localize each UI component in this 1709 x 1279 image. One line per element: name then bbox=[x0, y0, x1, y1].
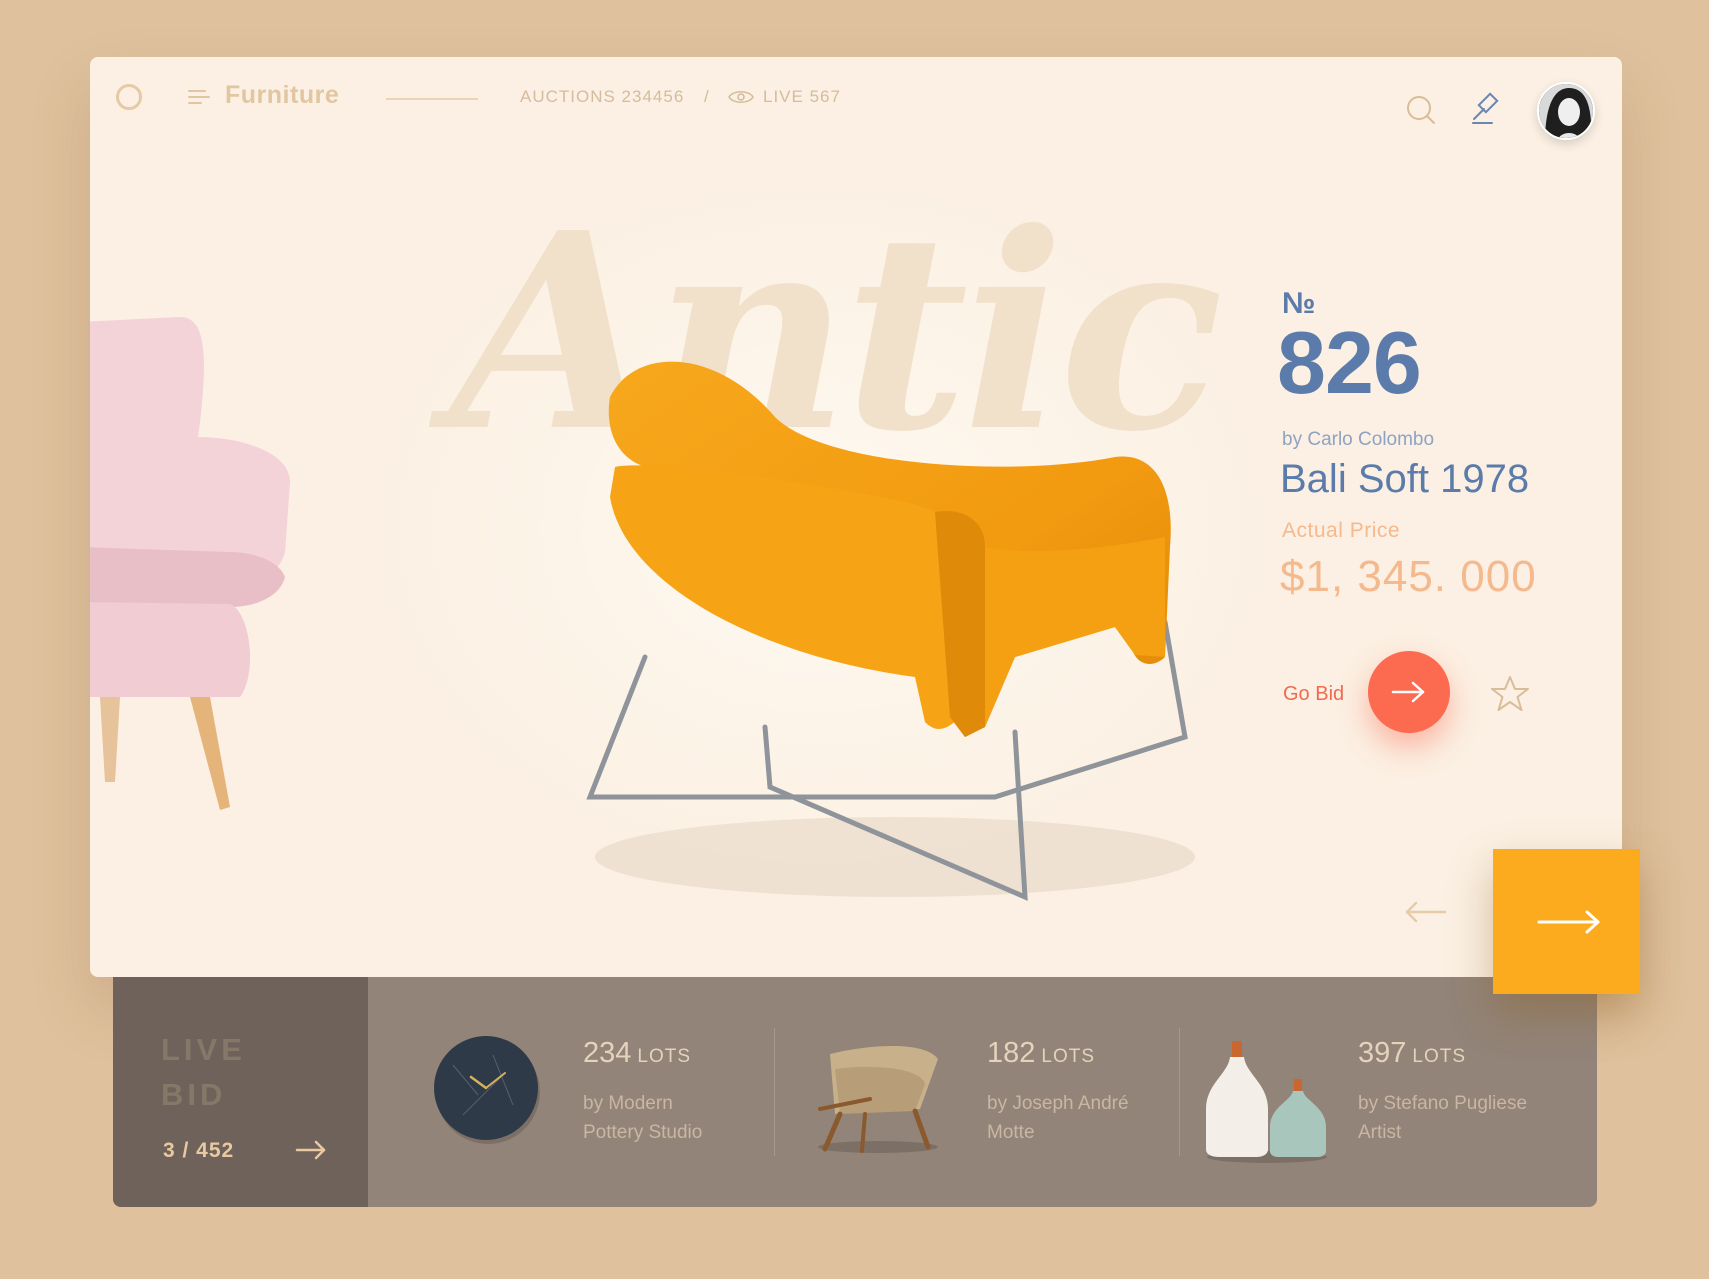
live-bid-title: LIVE BID bbox=[161, 1027, 311, 1117]
live-bid-panel: LIVE BID 3 / 452 bbox=[113, 977, 368, 1207]
lots-bar: LIVE BID 3 / 452 234 LOTS by Modern Pott… bbox=[113, 977, 1597, 1207]
lot-count-unit: LOTS bbox=[1412, 1046, 1467, 1067]
wall-clock-image bbox=[434, 1036, 540, 1144]
user-avatar[interactable] bbox=[1537, 82, 1595, 140]
header-separator: / bbox=[704, 87, 709, 106]
lot-count-unit: LOTS bbox=[637, 1046, 692, 1067]
lot-author-line2: Pottery Studio bbox=[583, 1122, 703, 1143]
eye-icon bbox=[728, 90, 754, 104]
next-product-button[interactable] bbox=[1493, 849, 1640, 994]
brand-title[interactable]: Furniture bbox=[225, 81, 339, 110]
arrow-right-icon bbox=[1537, 910, 1600, 934]
lot-author-line2: Artist bbox=[1358, 1122, 1402, 1143]
live-bid-title-line2: BID bbox=[161, 1077, 227, 1112]
yellow-armchair-image[interactable] bbox=[515, 337, 1255, 927]
logo-ring-icon[interactable] bbox=[116, 84, 142, 110]
search-icon[interactable] bbox=[1405, 94, 1437, 126]
arrow-left-icon[interactable] bbox=[1403, 900, 1447, 924]
go-bid-button[interactable] bbox=[1368, 651, 1450, 733]
lot-count-value: 234 bbox=[583, 1037, 632, 1069]
lot-count-value: 397 bbox=[1358, 1037, 1407, 1069]
lot-count-value: 182 bbox=[987, 1037, 1036, 1069]
menu-icon[interactable] bbox=[188, 90, 210, 106]
header: Furniture AUCTIONS 234456 / LIVE 567 bbox=[90, 57, 1622, 140]
vases-image bbox=[1206, 1041, 1327, 1163]
live-count[interactable]: LIVE 567 bbox=[763, 87, 841, 107]
lot-card-motte[interactable]: 182 LOTS by Joseph André Motte bbox=[775, 977, 1179, 1207]
lot-number: 826 bbox=[1277, 313, 1422, 412]
auction-page: Furniture AUCTIONS 234456 / LIVE 567 Ant… bbox=[0, 0, 1709, 1279]
lot-count: 397 LOTS bbox=[1358, 1037, 1466, 1070]
price-value: $1, 345. 000 bbox=[1280, 552, 1537, 601]
live-bid-title-line1: LIVE bbox=[161, 1032, 246, 1067]
pink-armchair-image[interactable] bbox=[90, 312, 310, 872]
lot-card-pugliese[interactable]: 397 LOTS by Stefano Pugliese Artist bbox=[1180, 977, 1597, 1207]
lot-author: by Joseph André Motte bbox=[987, 1089, 1187, 1147]
lot-author: by Stefano Pugliese Artist bbox=[1358, 1089, 1558, 1147]
lot-author-line1: by Joseph André bbox=[987, 1093, 1129, 1114]
live-bid-counter: 3 / 452 bbox=[163, 1139, 235, 1162]
lot-count: 182 LOTS bbox=[987, 1037, 1095, 1070]
star-icon[interactable] bbox=[1490, 674, 1530, 714]
go-bid-label[interactable]: Go Bid bbox=[1283, 683, 1344, 706]
lot-count-unit: LOTS bbox=[1041, 1046, 1096, 1067]
header-divider bbox=[386, 98, 478, 100]
lot-author: by Modern Pottery Studio bbox=[583, 1089, 783, 1147]
lot-author-line2: Motte bbox=[987, 1122, 1035, 1143]
lot-count: 234 LOTS bbox=[583, 1037, 691, 1070]
lot-author-line1: by Stefano Pugliese bbox=[1358, 1093, 1528, 1114]
lot-author-line1: by Modern bbox=[583, 1093, 673, 1114]
price-label: Actual Price bbox=[1282, 519, 1401, 542]
lounge-chair-image bbox=[818, 1045, 938, 1153]
designer-name[interactable]: by Carlo Colombo bbox=[1282, 429, 1434, 451]
arrow-right-icon bbox=[1391, 681, 1425, 703]
product-name: Bali Soft 1978 bbox=[1280, 457, 1530, 501]
arrow-right-icon[interactable] bbox=[295, 1139, 327, 1161]
auctions-count[interactable]: AUCTIONS 234456 bbox=[520, 87, 684, 107]
gavel-icon[interactable] bbox=[1470, 92, 1504, 126]
product-card: Furniture AUCTIONS 234456 / LIVE 567 Ant… bbox=[90, 57, 1622, 977]
